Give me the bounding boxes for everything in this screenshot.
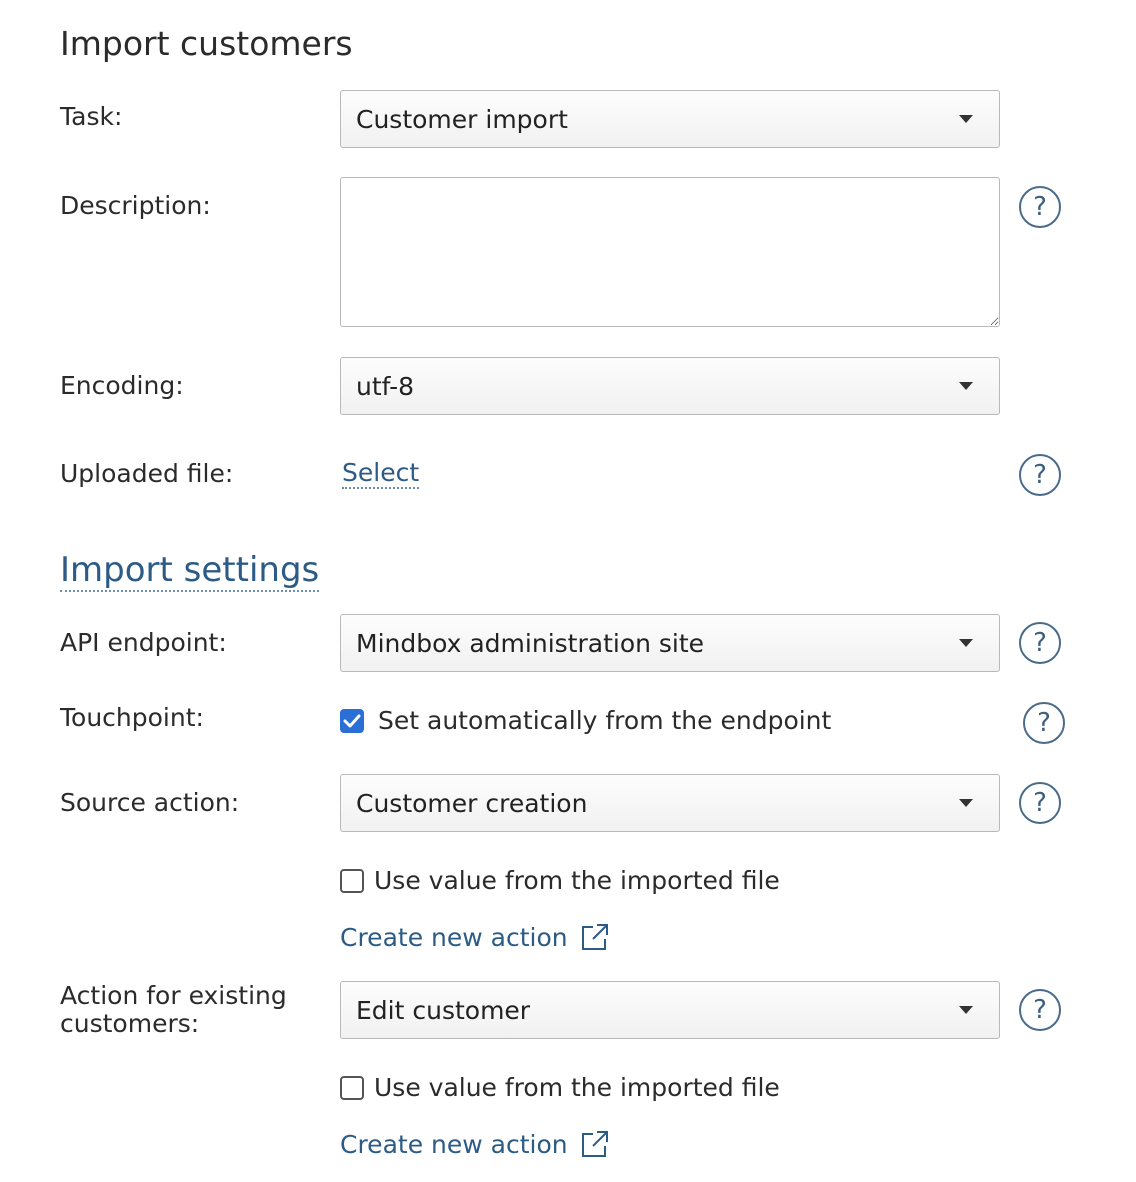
chevron-down-icon — [959, 799, 973, 807]
chevron-down-icon — [959, 382, 973, 390]
task-label: Task: — [60, 102, 123, 131]
existing-action-create-link[interactable]: Create new action — [340, 1129, 610, 1159]
description-help-icon[interactable]: ? — [1019, 186, 1061, 228]
encoding-select-value: utf-8 — [356, 371, 415, 401]
source-action-file-value-label: Use value from the imported file — [374, 866, 780, 895]
page-title: Import customers — [60, 24, 353, 63]
source-action-select[interactable]: Customer creation — [340, 774, 1000, 832]
create-new-action-label: Create new action — [340, 922, 568, 952]
existing-action-file-value-row[interactable]: Use value from the imported file — [340, 1073, 780, 1102]
source-action-create-link[interactable]: Create new action — [340, 922, 610, 952]
external-link-icon — [580, 922, 610, 952]
uploaded-file-label: Uploaded file: — [60, 459, 234, 488]
source-action-label: Source action: — [60, 788, 240, 817]
existing-action-label: Action for existing customers: — [60, 981, 287, 1038]
task-select-value: Customer import — [356, 104, 568, 134]
select-file-link[interactable]: Select — [342, 458, 420, 489]
source-action-file-value-row[interactable]: Use value from the imported file — [340, 866, 780, 895]
existing-action-help-icon[interactable]: ? — [1019, 989, 1061, 1031]
uploaded-file-help-icon[interactable]: ? — [1019, 454, 1061, 496]
source-action-help-icon[interactable]: ? — [1019, 782, 1061, 824]
external-link-icon — [580, 1129, 610, 1159]
touchpoint-help-icon[interactable]: ? — [1023, 702, 1065, 744]
task-select[interactable]: Customer import — [340, 90, 1000, 148]
api-endpoint-select[interactable]: Mindbox administration site — [340, 614, 1000, 672]
touchpoint-checkbox-row[interactable]: Set automatically from the endpoint — [340, 706, 831, 735]
source-action-select-value: Customer creation — [356, 788, 588, 818]
description-textarea[interactable] — [340, 177, 1000, 327]
import-settings-toggle[interactable]: Import settings — [60, 550, 320, 592]
encoding-label: Encoding: — [60, 371, 184, 400]
encoding-select[interactable]: utf-8 — [340, 357, 1000, 415]
api-endpoint-select-value: Mindbox administration site — [356, 628, 705, 658]
create-new-action-label: Create new action — [340, 1129, 568, 1159]
touchpoint-label: Touchpoint: — [60, 703, 204, 732]
chevron-down-icon — [959, 1006, 973, 1014]
touchpoint-checkbox-label: Set automatically from the endpoint — [378, 706, 832, 735]
touchpoint-checkbox[interactable] — [340, 708, 364, 733]
checkmark-icon — [343, 714, 361, 727]
chevron-down-icon — [959, 115, 973, 123]
existing-action-select[interactable]: Edit customer — [340, 981, 1000, 1039]
chevron-down-icon — [959, 639, 973, 647]
source-action-file-value-checkbox[interactable] — [340, 868, 364, 893]
existing-action-file-value-checkbox[interactable] — [340, 1075, 364, 1100]
api-endpoint-help-icon[interactable]: ? — [1019, 622, 1061, 664]
description-label: Description: — [60, 191, 211, 220]
existing-action-file-value-label: Use value from the imported file — [374, 1073, 780, 1102]
existing-action-select-value: Edit customer — [356, 995, 531, 1025]
api-endpoint-label: API endpoint: — [60, 628, 227, 657]
